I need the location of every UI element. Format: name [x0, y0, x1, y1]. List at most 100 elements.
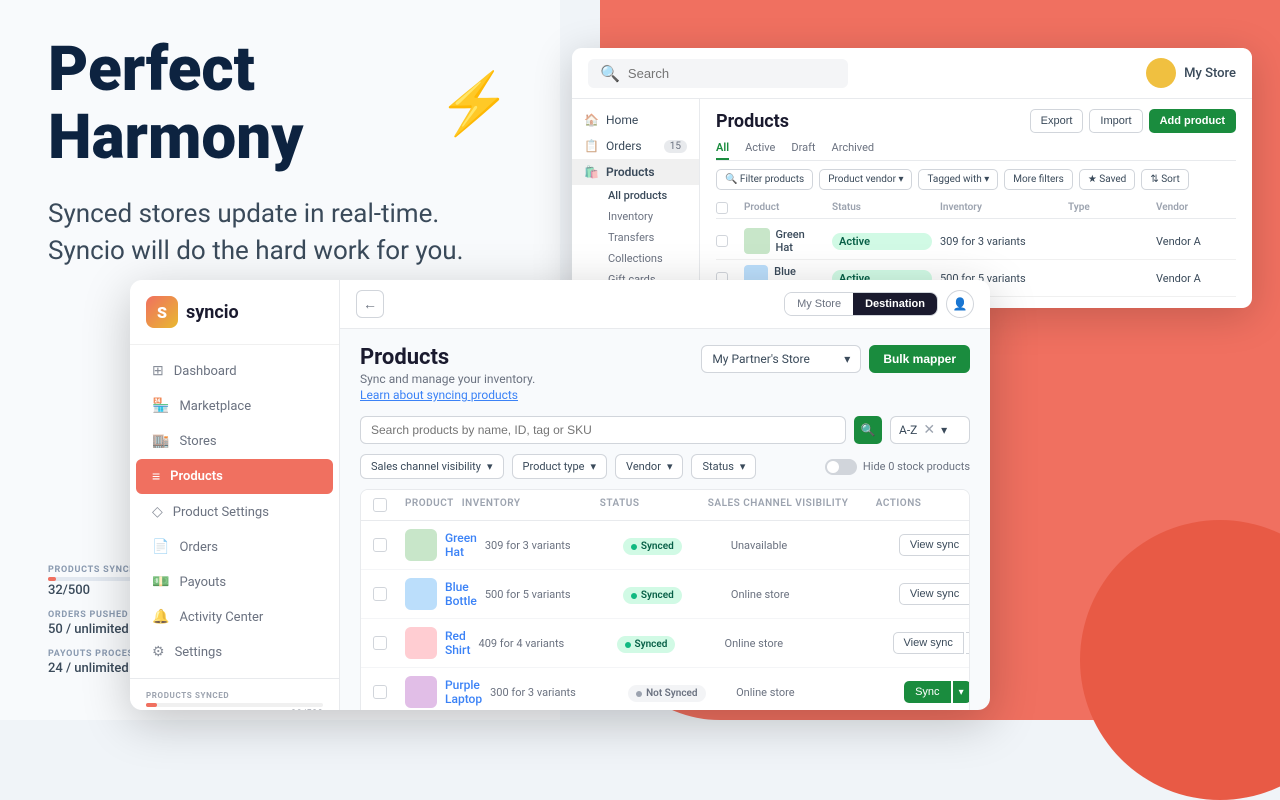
type-filter[interactable]: Product type ▾	[512, 454, 608, 479]
payouts-icon: 💵	[152, 574, 169, 590]
row1-status: Synced	[623, 535, 723, 556]
shopify-sort-btn[interactable]: ⇅ Sort	[1141, 169, 1188, 190]
row1-actions: View sync ▾	[899, 534, 970, 556]
row2-status-dot	[631, 593, 637, 599]
row4-checkbox[interactable]	[373, 685, 387, 699]
shopify-user-menu[interactable]: My Store	[1146, 58, 1236, 88]
syncio-page-subtitle: Sync and manage your inventory.	[360, 372, 535, 386]
shopify-status-1: Active	[832, 233, 932, 250]
shopify-filter-vendor[interactable]: Product vendor ▾	[819, 169, 912, 190]
shopify-sub-all-products[interactable]: All products	[596, 185, 699, 206]
row1-view-sync-btn[interactable]: View sync	[899, 534, 970, 556]
shopify-tab-active[interactable]: Active	[745, 141, 775, 160]
sidebar-item-products[interactable]: ≡ Products	[136, 459, 333, 494]
settings-icon: ⚙	[152, 644, 165, 660]
row3-checkbox[interactable]	[373, 636, 387, 650]
shopify-saved-filter[interactable]: ★ Saved	[1079, 169, 1135, 190]
row2-product-name[interactable]: Blue Bottle	[445, 580, 477, 608]
shopify-avatar	[1146, 58, 1176, 88]
learn-link[interactable]: Learn about syncing products	[360, 388, 535, 402]
row2-checkbox[interactable]	[373, 587, 387, 601]
row1-inventory: 309 for 3 variants	[485, 539, 615, 552]
shopify-products-title: Products	[716, 111, 789, 132]
sidebar-item-payouts[interactable]: 💵 Payouts	[136, 565, 333, 599]
shopify-row1-checkbox[interactable]	[716, 235, 728, 247]
syncio-topbar: ← My Store Destination 👤	[340, 280, 990, 329]
shopify-nav-home[interactable]: 🏠 Home	[572, 107, 699, 133]
shopify-sub-inventory[interactable]: Inventory	[596, 206, 699, 227]
row1-product-name[interactable]: Green Hat	[445, 531, 477, 559]
syncio-search-input[interactable]	[371, 423, 835, 437]
shopify-sub-transfers[interactable]: Transfers	[596, 227, 699, 248]
shopify-window: 🔍 My Store 🏠 Home 📋 Orders 15 🛍️ Product…	[572, 48, 1252, 308]
sort-select[interactable]: A-Z ✕ ▾	[890, 416, 970, 444]
row4-product-name[interactable]: Purple Laptop	[445, 678, 482, 706]
user-icon-button[interactable]: 👤	[946, 290, 974, 318]
shopify-import-button[interactable]: Import	[1089, 109, 1142, 133]
shopify-tab-archived[interactable]: Archived	[832, 141, 875, 160]
orders-badge: 15	[664, 140, 687, 153]
sort-clear-icon[interactable]: ✕	[923, 422, 935, 438]
bulk-mapper-button[interactable]: Bulk mapper	[869, 345, 970, 373]
row4-action-chevron[interactable]: ▾	[953, 681, 970, 703]
shopify-inventory-1: 309 for 3 variants	[940, 235, 1060, 248]
sidebar-item-marketplace[interactable]: 🏪 Marketplace	[136, 389, 333, 423]
shopify-product-row-1: Green Hat Active 309 for 3 variants Vend…	[716, 223, 1236, 260]
row2-view-sync-btn[interactable]: View sync	[899, 583, 970, 605]
row3-status-badge: Synced	[617, 636, 676, 653]
sidebar-item-settings[interactable]: ⚙ Settings	[136, 635, 333, 669]
row3-view-sync-btn[interactable]: View sync	[893, 632, 964, 654]
partner-store-value: My Partner's Store	[712, 352, 810, 366]
syncio-content: Products Sync and manage your inventory.…	[340, 329, 990, 710]
shopify-sub-collections[interactable]: Collections	[596, 248, 699, 269]
sidebar-item-dashboard[interactable]: ⊞ Dashboard	[136, 354, 333, 388]
syncio-window: S syncio ⊞ Dashboard 🏪 Marketplace 🏬 Sto…	[130, 280, 990, 710]
row4-status-badge: Not Synced	[628, 685, 705, 702]
shopify-nav-products[interactable]: 🛍️ Products	[572, 159, 699, 185]
shopify-filter-more[interactable]: More filters	[1004, 169, 1073, 190]
shopify-export-button[interactable]: Export	[1030, 109, 1084, 133]
destination-toggle-btn[interactable]: Destination	[853, 293, 937, 315]
status-filter[interactable]: Status ▾	[691, 454, 756, 479]
row4-inventory: 300 for 3 variants	[490, 686, 620, 699]
shopify-header-checkbox[interactable]	[716, 202, 728, 214]
hero-title-block: Perfect Harmony ⚡	[48, 36, 512, 172]
shopify-nav-orders[interactable]: 📋 Orders 15	[572, 133, 699, 159]
shopify-filter-tagged[interactable]: Tagged with ▾	[918, 169, 998, 190]
my-store-toggle-btn[interactable]: My Store	[785, 293, 853, 315]
row1-checkbox[interactable]	[373, 538, 387, 552]
sidebar-item-activity-center[interactable]: 🔔 Activity Center	[136, 600, 333, 634]
syncio-search-button[interactable]: 🔍	[854, 416, 882, 444]
row4-product-cell: Purple Laptop	[405, 676, 482, 708]
row3-product-name[interactable]: Red Shirt	[445, 629, 471, 657]
back-button[interactable]: ←	[356, 290, 384, 318]
syncio-main: ← My Store Destination 👤 Products Sync a…	[340, 280, 990, 710]
sidebar-item-orders[interactable]: 📄 Orders	[136, 530, 333, 564]
vendor-filter-label: Vendor	[626, 460, 661, 473]
partner-store-select[interactable]: My Partner's Store ▾	[701, 345, 861, 373]
vendor-filter[interactable]: Vendor ▾	[615, 454, 683, 479]
hide-zero-switch[interactable]	[825, 459, 857, 475]
channel-filter-chevron: ▾	[487, 460, 493, 473]
type-filter-label: Product type	[523, 460, 585, 473]
shopify-filter-search[interactable]: 🔍 Filter products	[716, 169, 813, 190]
status-filter-chevron: ▾	[740, 460, 746, 473]
sidebar-item-product-settings[interactable]: ◇ Product Settings	[136, 495, 333, 529]
shopify-add-product-button[interactable]: Add product	[1149, 109, 1236, 133]
shopify-tabs: All Active Draft Archived	[716, 141, 1236, 161]
stores-icon: 🏬	[152, 433, 169, 449]
shopify-search-input[interactable]	[628, 66, 836, 81]
hide-zero-toggle: Hide 0 stock products	[825, 459, 970, 475]
sidebar-payouts-label: Payouts	[179, 575, 226, 590]
header-checkbox[interactable]	[373, 498, 387, 512]
ps-label: PRODUCTS SYNCED	[146, 691, 323, 700]
row3-action-chevron[interactable]: ▾	[966, 632, 970, 654]
row4-sync-btn[interactable]: Sync	[904, 681, 950, 703]
shopify-col-product: Product	[744, 202, 824, 214]
shopify-search-bar[interactable]: 🔍	[588, 59, 848, 88]
syncio-search-field[interactable]	[360, 416, 846, 444]
channel-filter[interactable]: Sales channel visibility ▾	[360, 454, 504, 479]
sidebar-item-stores[interactable]: 🏬 Stores	[136, 424, 333, 458]
shopify-tab-all[interactable]: All	[716, 141, 729, 160]
shopify-tab-draft[interactable]: Draft	[791, 141, 815, 160]
